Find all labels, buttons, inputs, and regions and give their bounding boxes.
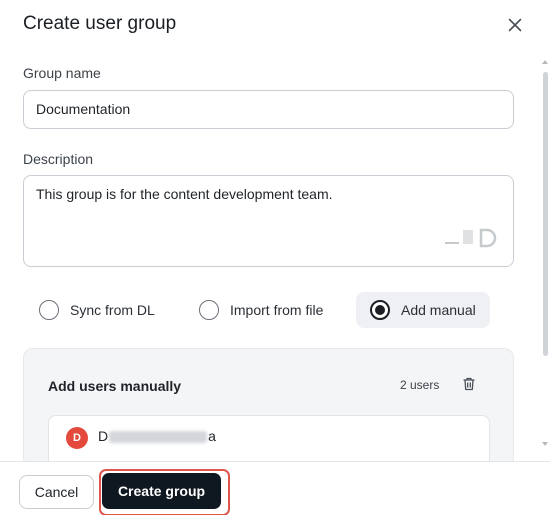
user-count-badge: 2 users bbox=[400, 378, 440, 392]
description-text: This group is for the content developmen… bbox=[36, 186, 333, 202]
dialog-scrollbar[interactable] bbox=[541, 56, 550, 452]
radio-sync-from-dl[interactable]: Sync from DL bbox=[25, 292, 169, 328]
clear-users-button[interactable] bbox=[461, 376, 479, 394]
radio-label: Import from file bbox=[230, 302, 324, 318]
close-icon bbox=[508, 18, 522, 32]
radio-label: Add manual bbox=[401, 302, 476, 318]
textarea-resize-handle-icon[interactable] bbox=[441, 224, 499, 252]
radio-circle-icon bbox=[199, 300, 219, 320]
scrollbar-thumb[interactable] bbox=[543, 72, 548, 356]
scroll-down-arrow-icon[interactable] bbox=[542, 442, 548, 446]
create-group-button[interactable]: Create group bbox=[102, 473, 221, 509]
radio-add-manual[interactable]: Add manual bbox=[356, 292, 490, 328]
panel-title: Add users manually bbox=[48, 378, 182, 394]
radio-selected-icon bbox=[370, 300, 390, 320]
description-label: Description bbox=[23, 151, 94, 167]
radio-import-from-file[interactable]: Import from file bbox=[185, 292, 337, 328]
create-user-group-dialog: Create user group Group name Documentati… bbox=[0, 0, 550, 515]
trash-icon bbox=[463, 377, 475, 391]
radio-label: Sync from DL bbox=[70, 302, 155, 318]
source-radio-group: Sync from DL Import from file Add manual bbox=[23, 292, 514, 328]
user-name-end: a bbox=[208, 428, 216, 444]
radio-circle-icon bbox=[39, 300, 59, 320]
dialog-title: Create user group bbox=[23, 13, 177, 34]
close-button[interactable] bbox=[504, 14, 526, 36]
dialog-footer: Cancel Create group bbox=[0, 461, 550, 515]
scroll-up-arrow-icon[interactable] bbox=[542, 60, 548, 64]
avatar: D bbox=[66, 427, 88, 449]
group-name-label: Group name bbox=[23, 65, 101, 81]
resize-grip-icon bbox=[445, 228, 497, 248]
redacted-name-block bbox=[109, 431, 208, 444]
cancel-button[interactable]: Cancel bbox=[19, 475, 94, 509]
description-textarea[interactable]: This group is for the content developmen… bbox=[23, 175, 514, 267]
user-name-start: D bbox=[98, 428, 109, 444]
user-name: Da bbox=[98, 428, 216, 444]
group-name-input[interactable]: Documentation bbox=[23, 90, 514, 129]
add-users-panel: Add users manually 2 users D Da bbox=[23, 348, 514, 468]
